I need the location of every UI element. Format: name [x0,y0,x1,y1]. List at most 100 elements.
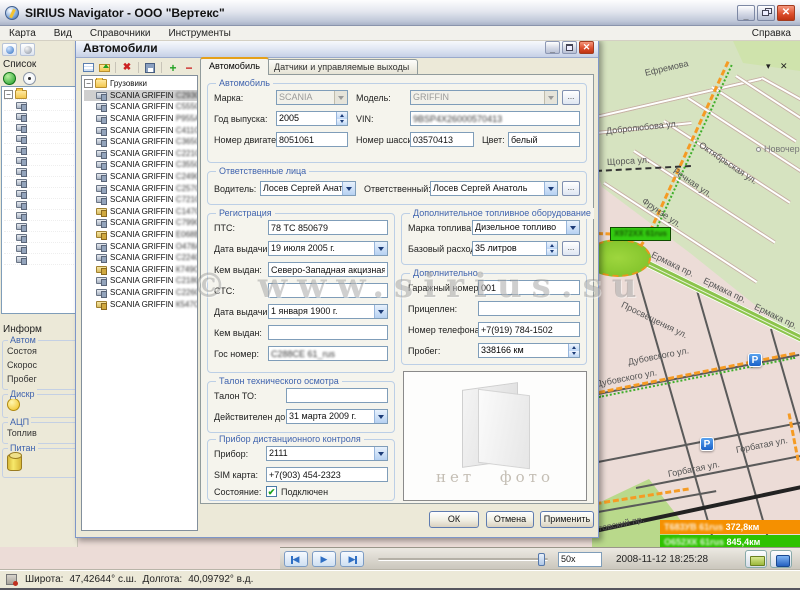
spin-down-icon[interactable] [337,119,347,126]
window-titlebar[interactable]: SIRIUS Navigator - ООО "Вертекс" _ ✕ [0,0,800,26]
export-button[interactable] [745,550,767,568]
menu-help[interactable]: Справка [743,28,800,39]
connected-checkbox[interactable]: ✔ [266,486,277,497]
tree-item-vehicle[interactable]: SCANIA GRIFFIN С257ОС 61rus [84,182,197,194]
tree-item-vehicle[interactable]: SCANIA GRIFFIN С293ОС 61rus [84,90,197,102]
chassis-input[interactable] [410,132,474,147]
dialog-close-button[interactable]: ✕ [579,41,594,54]
delete-button[interactable]: ✖ [120,61,134,74]
minimize-button[interactable]: _ [737,5,755,21]
panel-button[interactable] [770,550,792,568]
sidebar-list-item[interactable] [4,232,76,243]
menu-map[interactable]: Карта [0,28,45,39]
model-browse-button[interactable]: ... [562,90,580,105]
parking-icon[interactable]: P [748,353,762,367]
tree-item-vehicle[interactable]: SCANIA GRIFFIN С365ОС 61rus [84,136,197,148]
valid-until-select[interactable]: 31 марта 2009 г. [286,409,388,424]
remove-button[interactable]: − [182,61,196,74]
sidebar-list-item[interactable] [4,188,76,199]
sidebar-list-item[interactable] [4,100,76,111]
add-button[interactable]: + [166,61,180,74]
sidebar-list-item[interactable] [4,166,76,177]
map-close-icon[interactable]: ✕ [780,61,788,71]
tree-item-vehicle[interactable]: SCANIA GRIFFIN С224ОС 61rus [84,252,197,264]
tree-item-vehicle[interactable]: SCANIA GRIFFIN С355ОС 61rus [84,159,197,171]
globe-icon[interactable] [3,72,16,85]
tree-item-vehicle[interactable]: SCANIA GRIFFIN К547ОХ 161rus [84,298,197,310]
dialog-minimize-button[interactable]: _ [545,41,560,54]
sidebar-list-item[interactable] [4,221,76,232]
consumption-browse-button[interactable]: ... [562,241,580,256]
tab-vehicle[interactable]: Автомобиль [200,57,269,75]
refresh-icon[interactable] [2,43,17,56]
add-vehicle-button[interactable] [97,61,111,74]
map-collapse-icon[interactable]: ▾ [766,61,771,71]
tree-item-vehicle[interactable]: SCANIA GRIFFIN С411ОС 61rus [84,124,197,136]
device-select[interactable]: 2111 [266,446,388,461]
pts-input[interactable] [268,220,388,235]
ok-button[interactable]: ОК [429,511,479,528]
menu-tools[interactable]: Инструменты [159,28,239,39]
sidebar-list-item[interactable] [4,177,76,188]
responsible-browse-button[interactable]: ... [562,181,580,196]
sidebar-list-item[interactable] [4,133,76,144]
playback-slider[interactable] [378,558,548,561]
fuel-select[interactable]: Дизельное топливо [472,220,580,235]
card-view-button[interactable] [81,61,95,74]
sidebar-list-item[interactable] [4,210,76,221]
sts-input[interactable] [268,283,388,298]
play-button[interactable]: ▶ [312,551,336,567]
settings-icon[interactable] [20,43,35,56]
tree-item-vehicle[interactable]: SCANIA GRIFFIN С218ОС 61rus [84,275,197,287]
menu-view[interactable]: Вид [45,28,81,39]
brand-select[interactable]: SCANIA [276,90,348,105]
tree-item-vehicle[interactable]: SCANIA GRIFFIN С249ОС 61rus [84,171,197,183]
sidebar-list-item[interactable] [4,155,76,166]
sidebar-list-item[interactable] [4,243,76,254]
cancel-button[interactable]: Отмена [486,511,534,528]
sidebar-list-item[interactable] [4,199,76,210]
plate-input[interactable]: С288СЕ 61_rus [268,346,388,361]
issued-by-input[interactable] [268,262,388,277]
tree-item-vehicle[interactable]: SCANIA GRIFFIN К749ОМ 161rus [84,264,197,276]
close-button[interactable]: ✕ [777,5,795,21]
garage-input[interactable] [478,280,580,295]
phone-input[interactable] [478,322,580,337]
spin-down-icon[interactable] [547,249,557,256]
sidebar-list-item[interactable] [4,254,76,265]
collapse-icon[interactable]: − [84,79,93,88]
tree-item-vehicle[interactable]: SCANIA GRIFFIN С226ОС 61rus [84,287,197,299]
engine-input[interactable] [276,132,348,147]
tree-root-trucks[interactable]: − Грузовики [84,78,197,90]
skip-end-button[interactable]: ▶ [340,551,364,567]
tree-item-vehicle[interactable]: SCANIA GRIFFIN Р955АА 61rus [84,113,197,125]
eye-icon[interactable] [23,72,36,85]
slider-thumb[interactable] [538,553,545,566]
parking-icon[interactable]: P [700,437,714,451]
tree-item-vehicle[interactable]: SCANIA GRIFFIN С555ОЕ 61rus [84,101,197,113]
tree-item-vehicle[interactable]: SCANIA GRIFFIN С221ОС 61rus [84,148,197,160]
dialog-titlebar[interactable]: Автомобили _ ✕ [76,38,598,58]
save-button[interactable] [143,61,157,74]
issue-date2-select[interactable]: 1 января 1900 г. [268,304,388,319]
mileage-stepper[interactable]: 338166 км [478,343,580,358]
trailer-input[interactable] [478,301,580,316]
issued-by2-input[interactable] [268,325,388,340]
vehicle-info-orange[interactable]: Т683УВ 61rus 372,8км [660,520,800,534]
tree-item-vehicle[interactable]: SCANIA GRIFFIN Е068ВХ 161rus [84,229,197,241]
tab-sensors[interactable]: Датчики и управляемые выходы [265,59,418,75]
collapse-icon[interactable]: − [4,90,13,99]
vin-input[interactable]: 9BSP4X26000570413 [410,111,580,126]
model-select[interactable]: GRIFFIN [410,90,558,105]
restore-button[interactable] [757,5,775,21]
speed-input[interactable] [558,552,602,567]
sim-input[interactable] [266,467,388,482]
tree-item-vehicle[interactable]: SCANIA GRIFFIN С721ОС 61rus [84,194,197,206]
sidebar-list-item[interactable] [4,122,76,133]
tree-item-vehicle[interactable]: SCANIA GRIFFIN О478АУ 61rus [84,240,197,252]
tree-item-vehicle[interactable]: SCANIA GRIFFIN С147ОХ 161rus [84,206,197,218]
vehicle-plate-label[interactable]: Х972ХХ 61rus [610,227,671,241]
consumption-stepper[interactable]: 35 литров [472,241,558,256]
color-input[interactable] [508,132,580,147]
responsible-select[interactable]: Лосев Сергей Анатоль [430,181,558,196]
